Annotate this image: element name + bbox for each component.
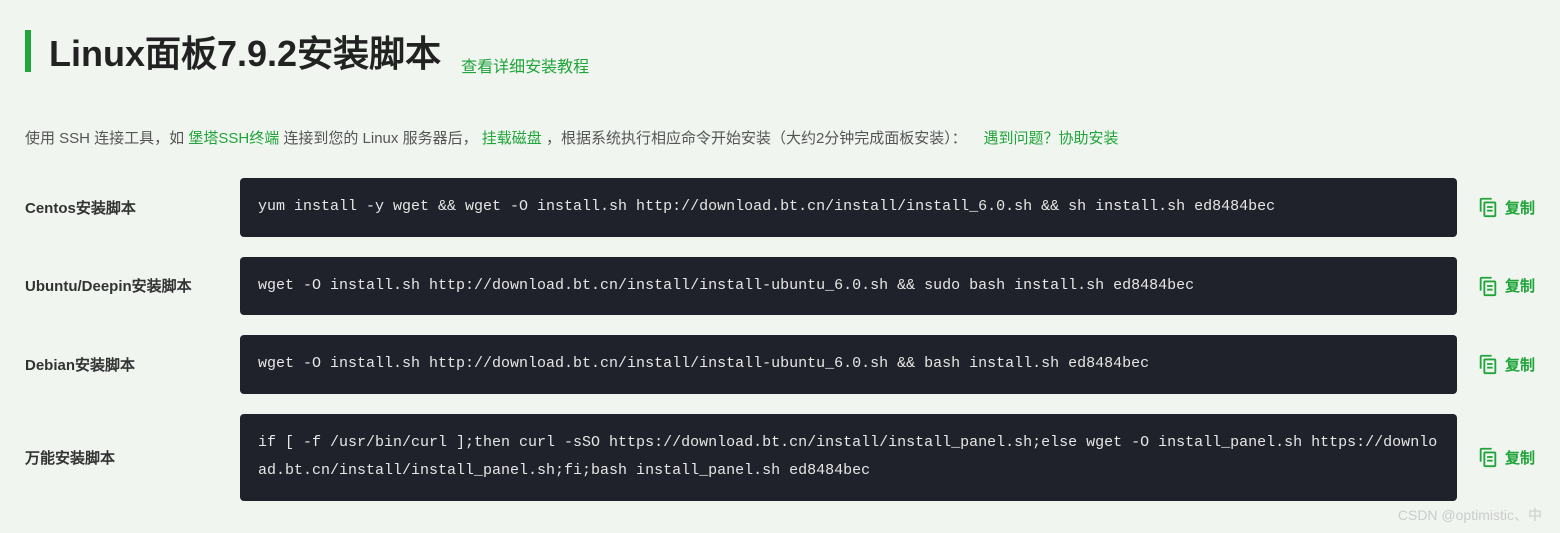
script-label: 万能安装脚本	[25, 447, 220, 468]
help-install-link[interactable]: 遇到问题？协助安装	[983, 130, 1118, 147]
mount-disk-link[interactable]: 挂载磁盘	[482, 130, 542, 147]
script-code: if [ -f /usr/bin/curl ];then curl -sSO h…	[240, 414, 1457, 501]
script-row-ubuntu: Ubuntu/Deepin安装脚本 wget -O install.sh htt…	[25, 257, 1535, 316]
watermark: CSDN @optimistic、中	[1398, 505, 1542, 525]
script-list: Centos安装脚本 yum install -y wget && wget -…	[25, 178, 1535, 501]
script-code: wget -O install.sh http://download.bt.cn…	[240, 257, 1457, 316]
copy-label: 复制	[1505, 354, 1535, 375]
description: 使用 SSH 连接工具，如 堡塔SSH终端 连接到您的 Linux 服务器后， …	[25, 127, 1535, 148]
copy-button[interactable]: 复制	[1477, 446, 1535, 468]
desc-text: 使用 SSH 连接工具，如	[25, 130, 188, 147]
copy-label: 复制	[1505, 447, 1535, 468]
ssh-terminal-link[interactable]: 堡塔SSH终端	[188, 130, 279, 147]
title-row: Linux面板7.9.2安装脚本 查看详细安装教程	[25, 25, 1535, 77]
script-row-universal: 万能安装脚本 if [ -f /usr/bin/curl ];then curl…	[25, 414, 1535, 501]
script-row-debian: Debian安装脚本 wget -O install.sh http://dow…	[25, 335, 1535, 394]
script-code: yum install -y wget && wget -O install.s…	[240, 178, 1457, 237]
copy-icon	[1477, 196, 1499, 218]
copy-icon	[1477, 353, 1499, 375]
copy-label: 复制	[1505, 275, 1535, 296]
page-title: Linux面板7.9.2安装脚本	[49, 25, 441, 77]
desc-text: ，根据系统执行相应命令开始安装（大约2分钟完成面板安装）：	[546, 130, 967, 147]
copy-icon	[1477, 446, 1499, 468]
copy-button[interactable]: 复制	[1477, 275, 1535, 297]
copy-button[interactable]: 复制	[1477, 196, 1535, 218]
script-code: wget -O install.sh http://download.bt.cn…	[240, 335, 1457, 394]
copy-button[interactable]: 复制	[1477, 353, 1535, 375]
script-row-centos: Centos安装脚本 yum install -y wget && wget -…	[25, 178, 1535, 237]
copy-icon	[1477, 275, 1499, 297]
desc-text: 连接到您的 Linux 服务器后，	[283, 130, 477, 147]
script-label: Centos安装脚本	[25, 197, 220, 218]
title-bar: Linux面板7.9.2安装脚本	[25, 25, 441, 77]
script-label: Ubuntu/Deepin安装脚本	[25, 275, 220, 296]
copy-label: 复制	[1505, 197, 1535, 218]
detail-tutorial-link[interactable]: 查看详细安装教程	[461, 53, 589, 77]
script-label: Debian安装脚本	[25, 354, 220, 375]
